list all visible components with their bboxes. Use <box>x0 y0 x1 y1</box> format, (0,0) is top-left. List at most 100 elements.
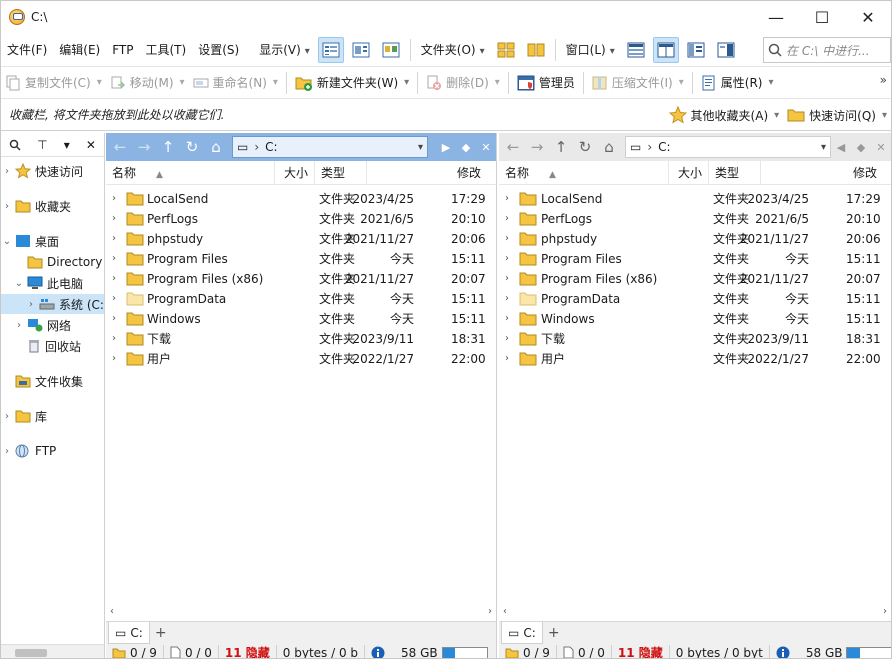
menu-ftp[interactable]: FTP <box>106 33 139 67</box>
table-row[interactable]: › ProgramData 文件夹 今天 15:11 <box>106 289 496 309</box>
right-hscrollbar[interactable]: ‹ › <box>499 605 891 621</box>
column-modified[interactable]: 修改 <box>761 161 883 185</box>
expand-icon[interactable]: › <box>112 209 116 229</box>
expand-icon[interactable]: › <box>505 209 509 229</box>
expand-icon[interactable]: › <box>505 249 509 269</box>
chevron-down-icon[interactable]: ▾ <box>418 142 423 153</box>
tree-item-directory[interactable]: Directory <box>13 252 102 272</box>
copy-file-button[interactable]: 复制文件(C) ▾ <box>1 69 106 97</box>
tree-item-favorites[interactable]: › 收藏夹 <box>1 196 71 216</box>
expand-icon[interactable]: › <box>112 289 116 309</box>
expand-icon[interactable]: › <box>112 229 116 249</box>
properties-button[interactable]: 属性(R) ▾ <box>697 69 778 97</box>
table-row[interactable]: › phpstudy 文件夹 2021/11/27 20:06 <box>499 229 891 249</box>
expand-icon[interactable]: › <box>112 269 116 289</box>
preview-view-icon[interactable] <box>348 37 374 63</box>
rename-button[interactable]: 重命名(N) ▾ <box>189 69 282 97</box>
swap-icon[interactable]: ◆ <box>456 141 476 154</box>
sync-right-icon[interactable]: ▶ <box>436 141 456 154</box>
minimize-button[interactable]: — <box>753 1 799 33</box>
add-tab-button[interactable]: + <box>150 622 172 644</box>
expand-icon[interactable]: › <box>112 189 116 209</box>
table-row[interactable]: › phpstudy 文件夹 2021/11/27 20:06 <box>106 229 496 249</box>
scroll-left-icon[interactable]: ‹ <box>503 606 507 617</box>
hidden-count[interactable]: 11 隐藏 <box>612 645 670 658</box>
column-type[interactable]: 类型 <box>709 161 761 185</box>
menu-folder[interactable]: 文件夹(O) <box>415 33 491 67</box>
column-type[interactable]: 类型 <box>315 161 367 185</box>
expand-icon[interactable]: › <box>25 299 37 310</box>
up-arrow-icon[interactable]: ↑ <box>549 135 573 159</box>
menu-file[interactable]: 文件(F) <box>1 33 53 67</box>
tree-item-this-pc[interactable]: ⌄ 此电脑 <box>13 273 83 293</box>
layout-dual-icon[interactable] <box>652 36 679 63</box>
expand-icon[interactable]: › <box>505 309 509 329</box>
table-row[interactable]: › 用户 文件夹 2022/1/27 22:00 <box>106 349 496 369</box>
menu-window[interactable]: 窗口(L) <box>560 33 621 67</box>
back-arrow-icon[interactable]: ← <box>108 135 132 159</box>
right-path-field[interactable]: ▭ › C: ▾ <box>625 136 831 158</box>
home-icon[interactable]: ⌂ <box>597 135 621 159</box>
details-view-icon[interactable] <box>317 36 344 63</box>
expand-icon[interactable]: › <box>1 166 13 177</box>
table-row[interactable]: › 用户 文件夹 2022/1/27 22:00 <box>499 349 891 369</box>
close-button[interactable]: ✕ <box>845 1 891 33</box>
add-tab-button[interactable]: + <box>543 622 565 644</box>
table-row[interactable]: › 下载 文件夹 2023/9/11 18:31 <box>106 329 496 349</box>
tree-item-desktop[interactable]: ⌄ 桌面 <box>1 231 59 251</box>
expand-icon[interactable]: › <box>505 349 509 369</box>
tree-item-quick-access[interactable]: › 快速访问 <box>1 161 83 181</box>
disk-info[interactable]: 58 GB <box>365 645 494 658</box>
table-row[interactable]: › Program Files (x86) 文件夹 2021/11/27 20:07 <box>499 269 891 289</box>
tab-c-drive[interactable]: ▭ C: <box>108 622 150 644</box>
tree-item-system-drive[interactable]: › 系统 (C: <box>1 294 104 314</box>
refresh-icon[interactable]: ↻ <box>180 135 204 159</box>
expand-icon[interactable]: › <box>112 349 116 369</box>
folder-split-icon[interactable] <box>523 37 549 63</box>
toolbar-overflow-icon[interactable]: » <box>880 73 887 87</box>
folder-grid-icon[interactable] <box>493 37 519 63</box>
swap-icon[interactable]: ◆ <box>851 141 871 154</box>
refresh-icon[interactable]: ↻ <box>573 135 597 159</box>
column-size[interactable]: 大小 <box>275 161 315 185</box>
expand-icon[interactable]: › <box>505 189 509 209</box>
compress-button[interactable]: 压缩文件(I) ▾ <box>588 69 688 97</box>
menu-display[interactable]: 显示(V) <box>253 33 316 67</box>
expand-icon[interactable]: › <box>112 309 116 329</box>
table-row[interactable]: › 下载 文件夹 2023/9/11 18:31 <box>499 329 891 349</box>
collapse-icon[interactable]: ⌄ <box>13 278 25 289</box>
table-row[interactable]: › Program Files (x86) 文件夹 2021/11/27 20:07 <box>106 269 496 289</box>
pin-icon[interactable]: ⊤ <box>37 138 47 152</box>
table-row[interactable]: › Program Files 文件夹 今天 15:11 <box>106 249 496 269</box>
table-row[interactable]: › Program Files 文件夹 今天 15:11 <box>499 249 891 269</box>
expand-icon[interactable]: › <box>1 446 13 457</box>
layout-preview-icon[interactable] <box>713 37 739 63</box>
expand-icon[interactable]: › <box>505 229 509 249</box>
scroll-left-icon[interactable]: ‹ <box>110 606 114 617</box>
new-folder-button[interactable]: 新建文件夹(W) ▾ <box>291 69 413 97</box>
left-path-field[interactable]: ▭ › C: ▾ <box>232 136 428 158</box>
expand-icon[interactable]: › <box>505 329 509 349</box>
tree-item-library[interactable]: › 库 <box>1 406 47 426</box>
column-size[interactable]: 大小 <box>669 161 709 185</box>
table-row[interactable]: › PerfLogs 文件夹 2021/6/5 20:10 <box>499 209 891 229</box>
other-favorites-button[interactable]: 其他收藏夹(A) ▾ <box>665 101 784 129</box>
thumbnail-view-icon[interactable] <box>378 37 404 63</box>
table-row[interactable]: › Windows 文件夹 今天 15:11 <box>106 309 496 329</box>
menu-edit[interactable]: 编辑(E) <box>53 33 106 67</box>
maximize-button[interactable]: ☐ <box>799 1 845 33</box>
delete-button[interactable]: 删除(D) ▾ <box>422 69 504 97</box>
scroll-right-icon[interactable]: › <box>883 606 887 617</box>
column-name[interactable]: 名称 ▲ <box>499 161 669 185</box>
back-arrow-icon[interactable]: ← <box>501 135 525 159</box>
table-row[interactable]: › Windows 文件夹 今天 15:11 <box>499 309 891 329</box>
scroll-right-icon[interactable]: › <box>488 606 492 617</box>
expand-icon[interactable]: › <box>505 269 509 289</box>
tab-c-drive[interactable]: ▭ C: <box>501 622 543 644</box>
quick-access-button[interactable]: 快速访问(Q) ▾ <box>783 101 891 129</box>
hidden-count[interactable]: 11 隐藏 <box>219 645 277 658</box>
layout-single-icon[interactable] <box>623 37 649 63</box>
move-button[interactable]: 移动(M) ▾ <box>106 69 189 97</box>
left-hscrollbar[interactable]: ‹ › <box>106 605 496 621</box>
table-row[interactable]: › LocalSend 文件夹 2023/4/25 17:29 <box>106 189 496 209</box>
